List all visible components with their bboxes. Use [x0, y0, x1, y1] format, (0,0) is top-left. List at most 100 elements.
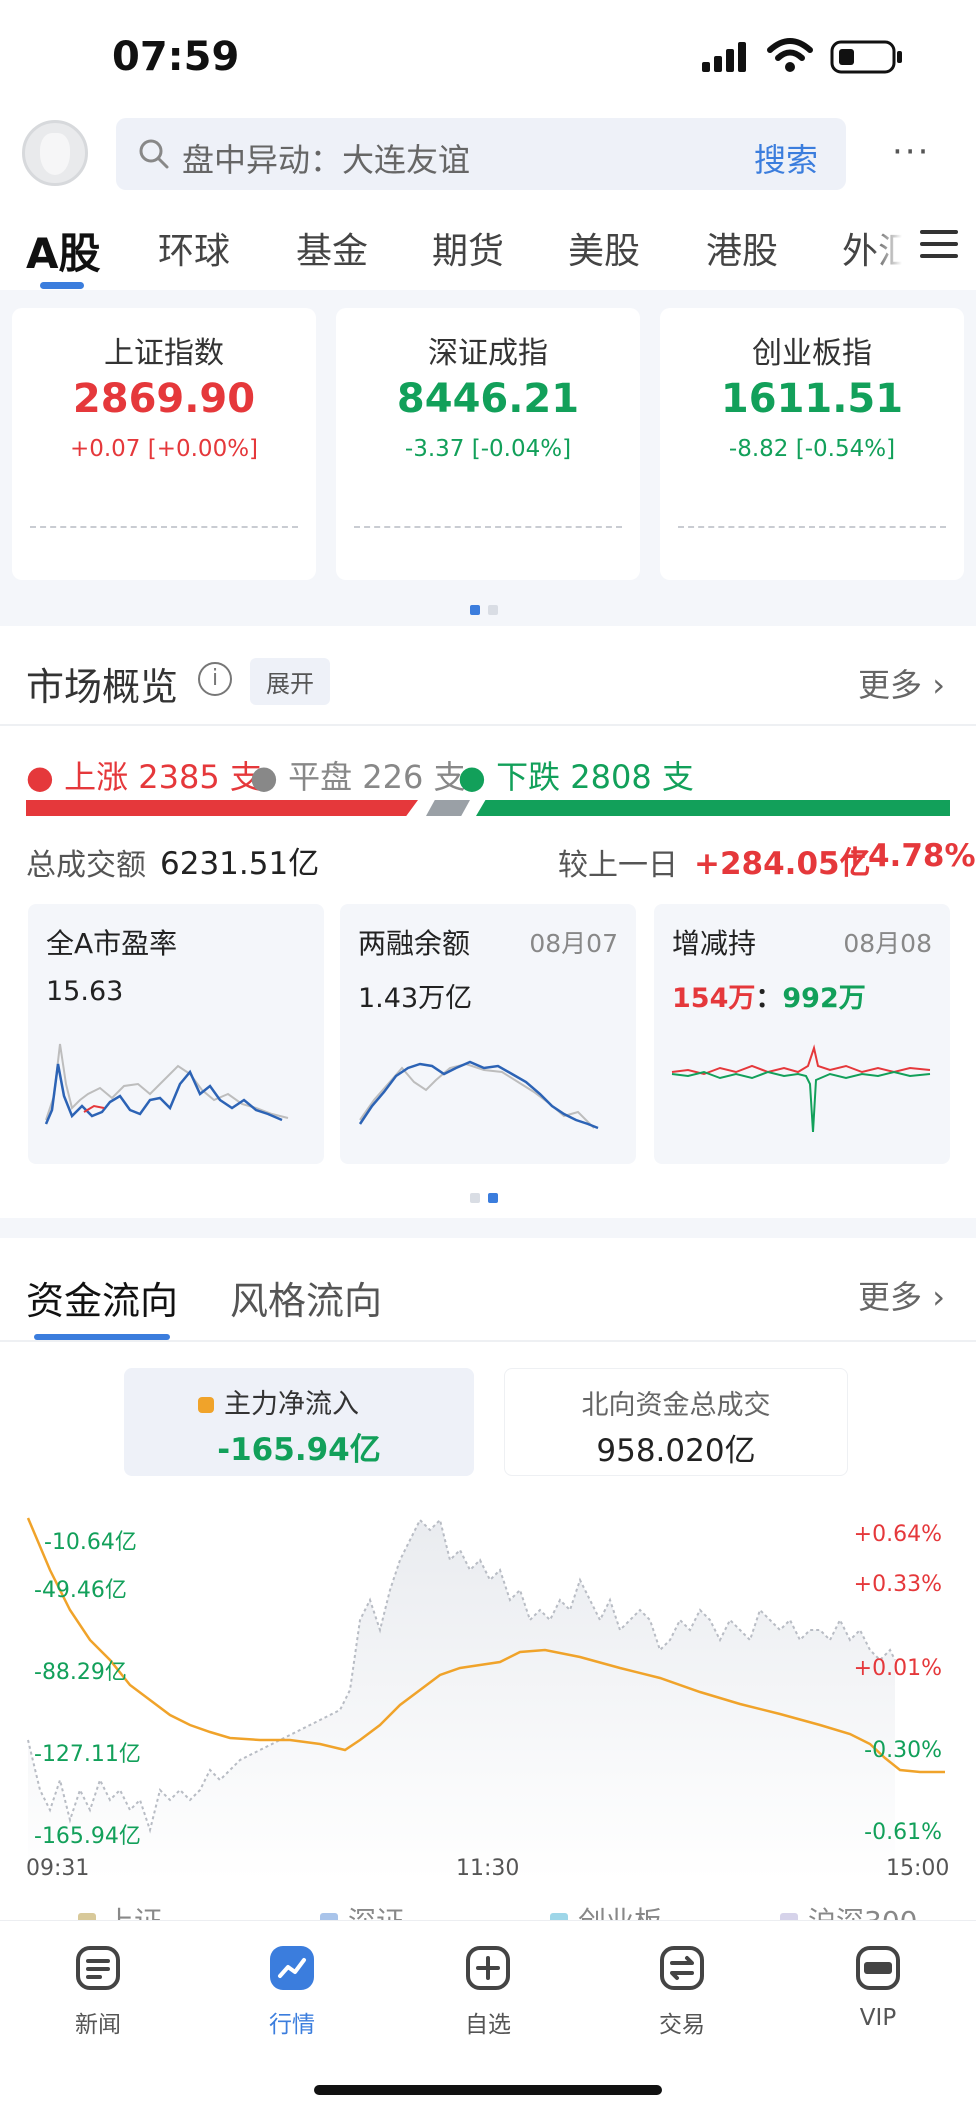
- index-change: -3.37 [-0.04%]: [404, 436, 572, 462]
- more-label: 更多: [858, 666, 923, 704]
- increase-value: 154万: [672, 983, 756, 1014]
- legend-sz-swatch: [320, 1913, 338, 1920]
- nav-market[interactable]: 行情: [242, 1945, 342, 2039]
- breadth-down-segment: [476, 800, 950, 816]
- index-area: [28, 1520, 895, 1880]
- tab-global[interactable]: 环球: [158, 222, 230, 274]
- index-pager: [466, 600, 502, 619]
- vip-icon: [856, 1946, 900, 1990]
- mini-value: 1.43万亿: [358, 983, 473, 1014]
- legend-cyb-swatch: [550, 1913, 568, 1920]
- expand-button[interactable]: 展开: [250, 658, 330, 705]
- mini-card-margin[interactable]: 两融余额 08月07 1.43万亿: [340, 904, 636, 1164]
- pe-sparkline: [44, 1043, 289, 1125]
- compare-pct: +4.78%: [842, 838, 976, 874]
- info-icon[interactable]: i: [198, 662, 232, 696]
- fund-flow-chart: [26, 1517, 945, 1880]
- left-tick-2: -88.29亿: [34, 1660, 127, 1685]
- tab-fund-flow[interactable]: 资金流向: [26, 1270, 178, 1325]
- legend-sh[interactable]: 上证: [78, 1900, 162, 1920]
- index-name: 创业板指: [752, 336, 872, 371]
- legend-cyb-label: 创业板: [578, 1905, 662, 1920]
- left-tick-0: -10.64亿: [44, 1530, 137, 1555]
- flat-count-label: 平盘 226 支: [288, 758, 466, 796]
- index-value: 1611.51: [720, 376, 904, 422]
- index-value: 2869.90: [72, 376, 256, 422]
- legend-cyb[interactable]: 创业板: [550, 1900, 662, 1920]
- status-time: 07:59: [112, 34, 240, 80]
- menu-icon[interactable]: [920, 228, 958, 264]
- legend-sz-label: 深证: [348, 1905, 404, 1920]
- legend-hs300-swatch: [780, 1913, 798, 1920]
- search-button[interactable]: 搜索: [754, 135, 818, 181]
- x-tick-start: 09:31: [26, 1856, 90, 1881]
- compare-label: 较上一日: [558, 848, 678, 883]
- mini-title: 两融余额: [358, 927, 471, 960]
- main-flow-swatch: [198, 1397, 214, 1413]
- down-legend: ● 下跌 2808 支: [458, 758, 694, 796]
- flat-legend: ● 平盘 226 支: [250, 758, 466, 796]
- legend-hs300[interactable]: 沪深300: [780, 1900, 917, 1920]
- mini-card-holdings[interactable]: 增减持 08月08 154万：992万: [654, 904, 950, 1164]
- battery-icon: [830, 40, 904, 78]
- index-name: 深证成指: [428, 336, 548, 371]
- mini-value: 15.63: [46, 976, 124, 1007]
- index-card-sz[interactable]: 深证成指 8446.21 -3.37 [-0.04%]: [336, 308, 640, 580]
- right-tick-2: +0.01%: [853, 1656, 942, 1681]
- mini-card-pe[interactable]: 全A市盈率 15.63: [28, 904, 324, 1164]
- wifi-icon: [766, 38, 814, 78]
- mini-date: 08月08: [843, 929, 932, 958]
- decrease-value: 992万: [782, 983, 866, 1014]
- more-menu-icon[interactable]: ···: [892, 132, 930, 172]
- mini-date: 08月07: [529, 929, 618, 958]
- nav-vip[interactable]: VIP: [828, 1945, 928, 2031]
- nav-label: 自选: [465, 2012, 511, 2038]
- x-tick-mid: 11:30: [456, 1856, 520, 1881]
- nav-news[interactable]: 新闻: [48, 1945, 148, 2039]
- bottom-nav: 新闻 行情 自选 交易 VIP: [0, 1920, 976, 2113]
- overview-more-link[interactable]: 更多 ›: [858, 660, 945, 706]
- tab-style-flow[interactable]: 风格流向: [230, 1270, 382, 1325]
- legend-sz[interactable]: 深证: [320, 1900, 404, 1920]
- chevron-right-icon: ›: [922, 1278, 945, 1316]
- x-tick-end: 15:00: [886, 1856, 950, 1881]
- legend-sh-swatch: [78, 1913, 96, 1920]
- right-tick-0: +0.64%: [853, 1522, 942, 1547]
- mini-title: 增减持: [672, 927, 757, 960]
- right-tick-1: +0.33%: [853, 1572, 942, 1597]
- search-input[interactable]: 盘中异动：大连友谊: [182, 135, 470, 181]
- index-name: 上证指数: [104, 336, 224, 371]
- legend-sh-label: 上证: [106, 1905, 162, 1920]
- nav-label: 交易: [659, 2012, 705, 2038]
- flow-more-link[interactable]: 更多 ›: [858, 1272, 945, 1318]
- overview-title: 市场概览: [26, 665, 179, 709]
- search-icon: [139, 139, 169, 169]
- index-card-sh[interactable]: 上证指数 2869.90 +0.07 [+0.00%]: [12, 308, 316, 580]
- news-icon: [76, 1946, 120, 1990]
- north-flow-card[interactable]: 北向资金总成交 958.020亿: [504, 1368, 848, 1476]
- tab-forex[interactable]: 外汇: [842, 222, 902, 274]
- more-label: 更多: [858, 1278, 923, 1316]
- trade-icon: [660, 1946, 704, 1990]
- margin-sparkline: [358, 1060, 599, 1130]
- left-tick-1: -49.46亿: [34, 1578, 127, 1603]
- main-flow-label: 主力净流入: [198, 1382, 359, 1421]
- nav-watchlist[interactable]: 自选: [438, 1945, 538, 2039]
- tab-us-stocks[interactable]: 美股: [568, 222, 640, 274]
- holdings-sparkline: [671, 1044, 931, 1133]
- home-indicator: [314, 2085, 662, 2095]
- mini-title: 全A市盈率: [46, 927, 178, 960]
- main-flow-card[interactable]: 主力净流入 -165.94亿: [124, 1368, 474, 1476]
- tab-hk-stocks[interactable]: 港股: [706, 222, 778, 274]
- tab-futures[interactable]: 期货: [432, 222, 504, 274]
- up-count-label: 上涨 2385 支: [64, 758, 262, 796]
- tab-a-shares[interactable]: A股: [26, 220, 101, 281]
- tab-funds[interactable]: 基金: [296, 222, 368, 274]
- index-card-cyb[interactable]: 创业板指 1611.51 -8.82 [-0.54%]: [660, 308, 964, 580]
- nav-label: 行情: [269, 2012, 315, 2038]
- chart-legend: 上证 深证 创业板 沪深300: [0, 1900, 976, 1920]
- search-bar[interactable]: 盘中异动：大连友谊 搜索: [116, 118, 846, 190]
- north-flow-value: 958.020亿: [596, 1433, 756, 1469]
- avatar[interactable]: [22, 120, 88, 186]
- nav-trade[interactable]: 交易: [632, 1945, 732, 2039]
